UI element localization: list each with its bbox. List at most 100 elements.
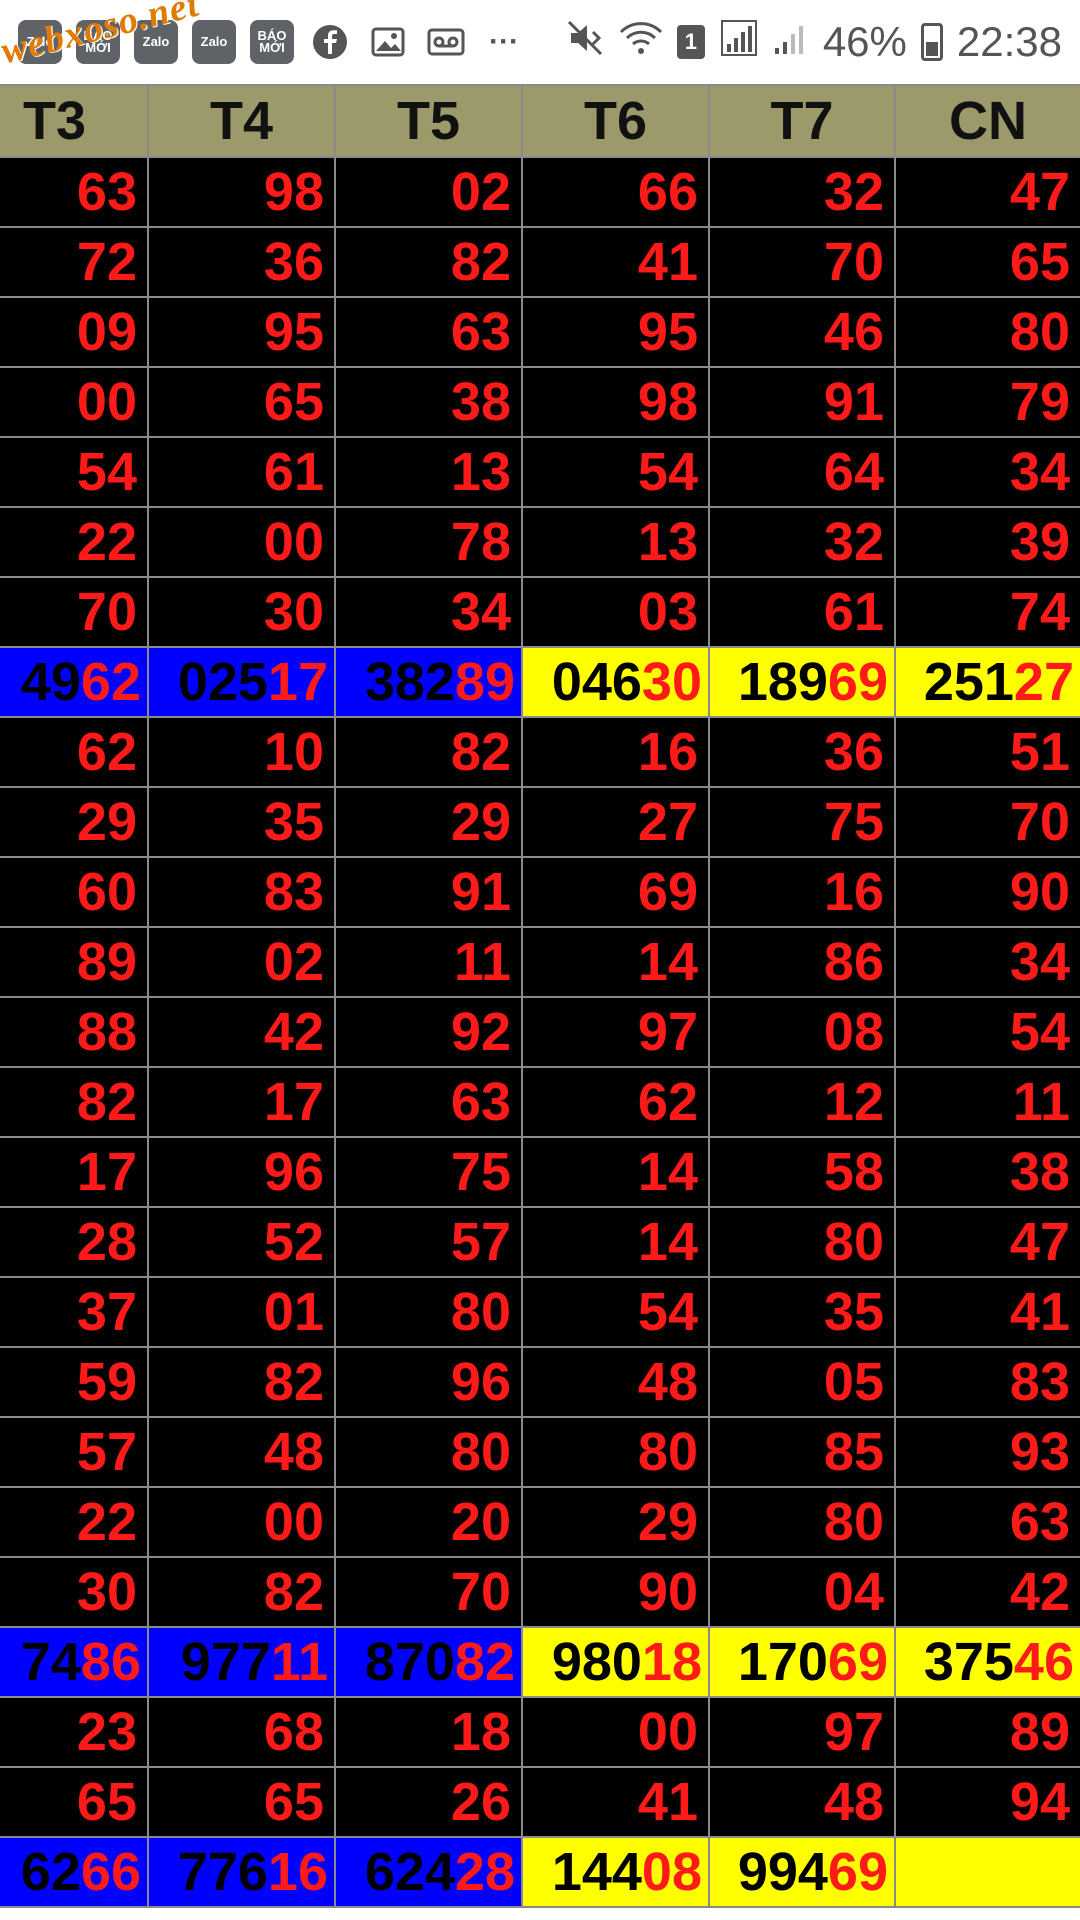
table-cell: 48 [521, 1346, 710, 1418]
gallery-icon [366, 20, 410, 64]
more-notifications-icon: ··· [489, 25, 519, 58]
table-cell: 04 [708, 1556, 896, 1628]
table-cell: 90 [521, 1556, 710, 1628]
table-row: 62 10 82 16 36 51 [0, 716, 1080, 788]
table-cell: 22 [0, 506, 149, 578]
number-prefix: 170 [737, 1632, 828, 1692]
table-cell: 41 [521, 1766, 710, 1838]
table-cell: 16 [521, 716, 710, 788]
table-cell-full-number: 37546 [894, 1626, 1080, 1698]
number-suffix: 30 [641, 652, 702, 712]
table-cell: 11 [894, 1066, 1080, 1138]
header-cn: CN [894, 84, 1080, 158]
table-cell: 58 [708, 1136, 896, 1208]
number-suffix: 89 [454, 652, 515, 712]
table-row-highlight: 7486 97711 87082 98018 17069 37546 [0, 1626, 1080, 1698]
table-header-row: T3 T4 T5 T6 T7 CN [0, 84, 1080, 158]
signal-strength-icon-2 [773, 18, 809, 67]
table-cell: 59 [0, 1346, 149, 1418]
status-bar: Zalo BÁO MỚI Zalo Zalo BÁO MỚI ··· 1 46% [0, 0, 1080, 84]
table-cell: 82 [0, 1066, 149, 1138]
table-cell: 03 [521, 576, 710, 648]
table-cell: 47 [894, 156, 1080, 228]
table-cell: 95 [147, 296, 336, 368]
table-cell-full-number: 97711 [147, 1626, 336, 1698]
table-cell: 70 [0, 576, 149, 648]
table-cell: 52 [147, 1206, 336, 1278]
table-cell: 98 [147, 156, 336, 228]
table-cell: 63 [894, 1486, 1080, 1558]
sim-1-icon: 1 [676, 25, 705, 59]
table-cell: 28 [0, 1206, 149, 1278]
table-cell: 39 [894, 506, 1080, 578]
number-suffix: 62 [80, 652, 141, 712]
table-cell: 90 [894, 856, 1080, 928]
table-cell: 65 [147, 366, 336, 438]
table-row: 89 02 11 14 86 34 [0, 926, 1080, 998]
table-cell-full-number: 04630 [521, 646, 710, 718]
table-cell: 23 [0, 1696, 149, 1768]
table-cell: 95 [521, 296, 710, 368]
table-row: 37 01 80 54 35 41 [0, 1276, 1080, 1348]
table-cell: 00 [147, 506, 336, 578]
table-row: 82 17 63 62 12 11 [0, 1066, 1080, 1138]
table-cell: 75 [334, 1136, 523, 1208]
number-prefix: 251 [923, 652, 1014, 712]
table-cell: 11 [334, 926, 523, 998]
table-cell: 70 [894, 786, 1080, 858]
signal-strength-icon [719, 18, 759, 67]
table-cell: 35 [147, 786, 336, 858]
table-cell: 63 [0, 156, 149, 228]
table-cell: 65 [894, 226, 1080, 298]
table-body: 63 98 02 66 32 47 72 36 82 41 70 65 09 95 63 95 46 80 00 65… [0, 156, 1080, 1908]
table-cell: 80 [708, 1206, 896, 1278]
number-suffix: 08 [641, 1842, 702, 1902]
number-suffix: 82 [454, 1632, 515, 1692]
zalo-icon: Zalo [192, 20, 236, 64]
table-cell: 82 [147, 1556, 336, 1628]
table-cell-full-number: 38289 [334, 646, 523, 718]
table-row: 57 48 80 80 85 93 [0, 1416, 1080, 1488]
table-cell: 62 [521, 1066, 710, 1138]
table-row-highlight: 6266 77616 62428 14408 99469 [0, 1836, 1080, 1908]
table-cell: 26 [334, 1766, 523, 1838]
number-prefix: 776 [177, 1842, 268, 1902]
number-suffix: 69 [827, 652, 888, 712]
table-cell: 65 [0, 1766, 149, 1838]
table-cell-full-number: 7486 [0, 1626, 149, 1698]
table-cell: 82 [334, 226, 523, 298]
number-prefix: 994 [737, 1842, 828, 1902]
clock: 22:38 [956, 18, 1062, 65]
table-cell: 42 [894, 1556, 1080, 1628]
table-row: 30 82 70 90 04 42 [0, 1556, 1080, 1628]
table-cell: 61 [147, 436, 336, 508]
table-cell: 54 [521, 436, 710, 508]
table-cell: 37 [0, 1276, 149, 1348]
table-cell: 17 [147, 1066, 336, 1138]
table-cell: 32 [708, 156, 896, 228]
table-cell: 30 [0, 1556, 149, 1628]
table-row: 60 83 91 69 16 90 [0, 856, 1080, 928]
results-table: T3 T4 T5 T6 T7 CN 63 98 02 66 32 47 72 36 82 41 70… [0, 84, 1080, 1908]
table-row: 28 52 57 14 80 47 [0, 1206, 1080, 1278]
table-cell: 97 [521, 996, 710, 1068]
number-prefix: 189 [737, 652, 828, 712]
table-cell: 20 [334, 1486, 523, 1558]
number-suffix: 11 [270, 1632, 328, 1692]
table-cell: 80 [334, 1276, 523, 1348]
table-cell: 57 [0, 1416, 149, 1488]
number-prefix: 74 [20, 1632, 81, 1692]
table-cell: 70 [708, 226, 896, 298]
table-cell: 54 [521, 1276, 710, 1348]
number-prefix: 624 [364, 1842, 455, 1902]
table-cell: 83 [147, 856, 336, 928]
table-row: 23 68 18 00 97 89 [0, 1696, 1080, 1768]
number-prefix: 375 [923, 1632, 1014, 1692]
table-cell: 64 [708, 436, 896, 508]
table-cell: 30 [147, 576, 336, 648]
table-cell-full-number: 77616 [147, 1836, 336, 1908]
wifi-icon [619, 18, 663, 67]
header-t5: T5 [334, 84, 523, 158]
table-row: 63 98 02 66 32 47 [0, 156, 1080, 228]
table-cell: 36 [708, 716, 896, 788]
